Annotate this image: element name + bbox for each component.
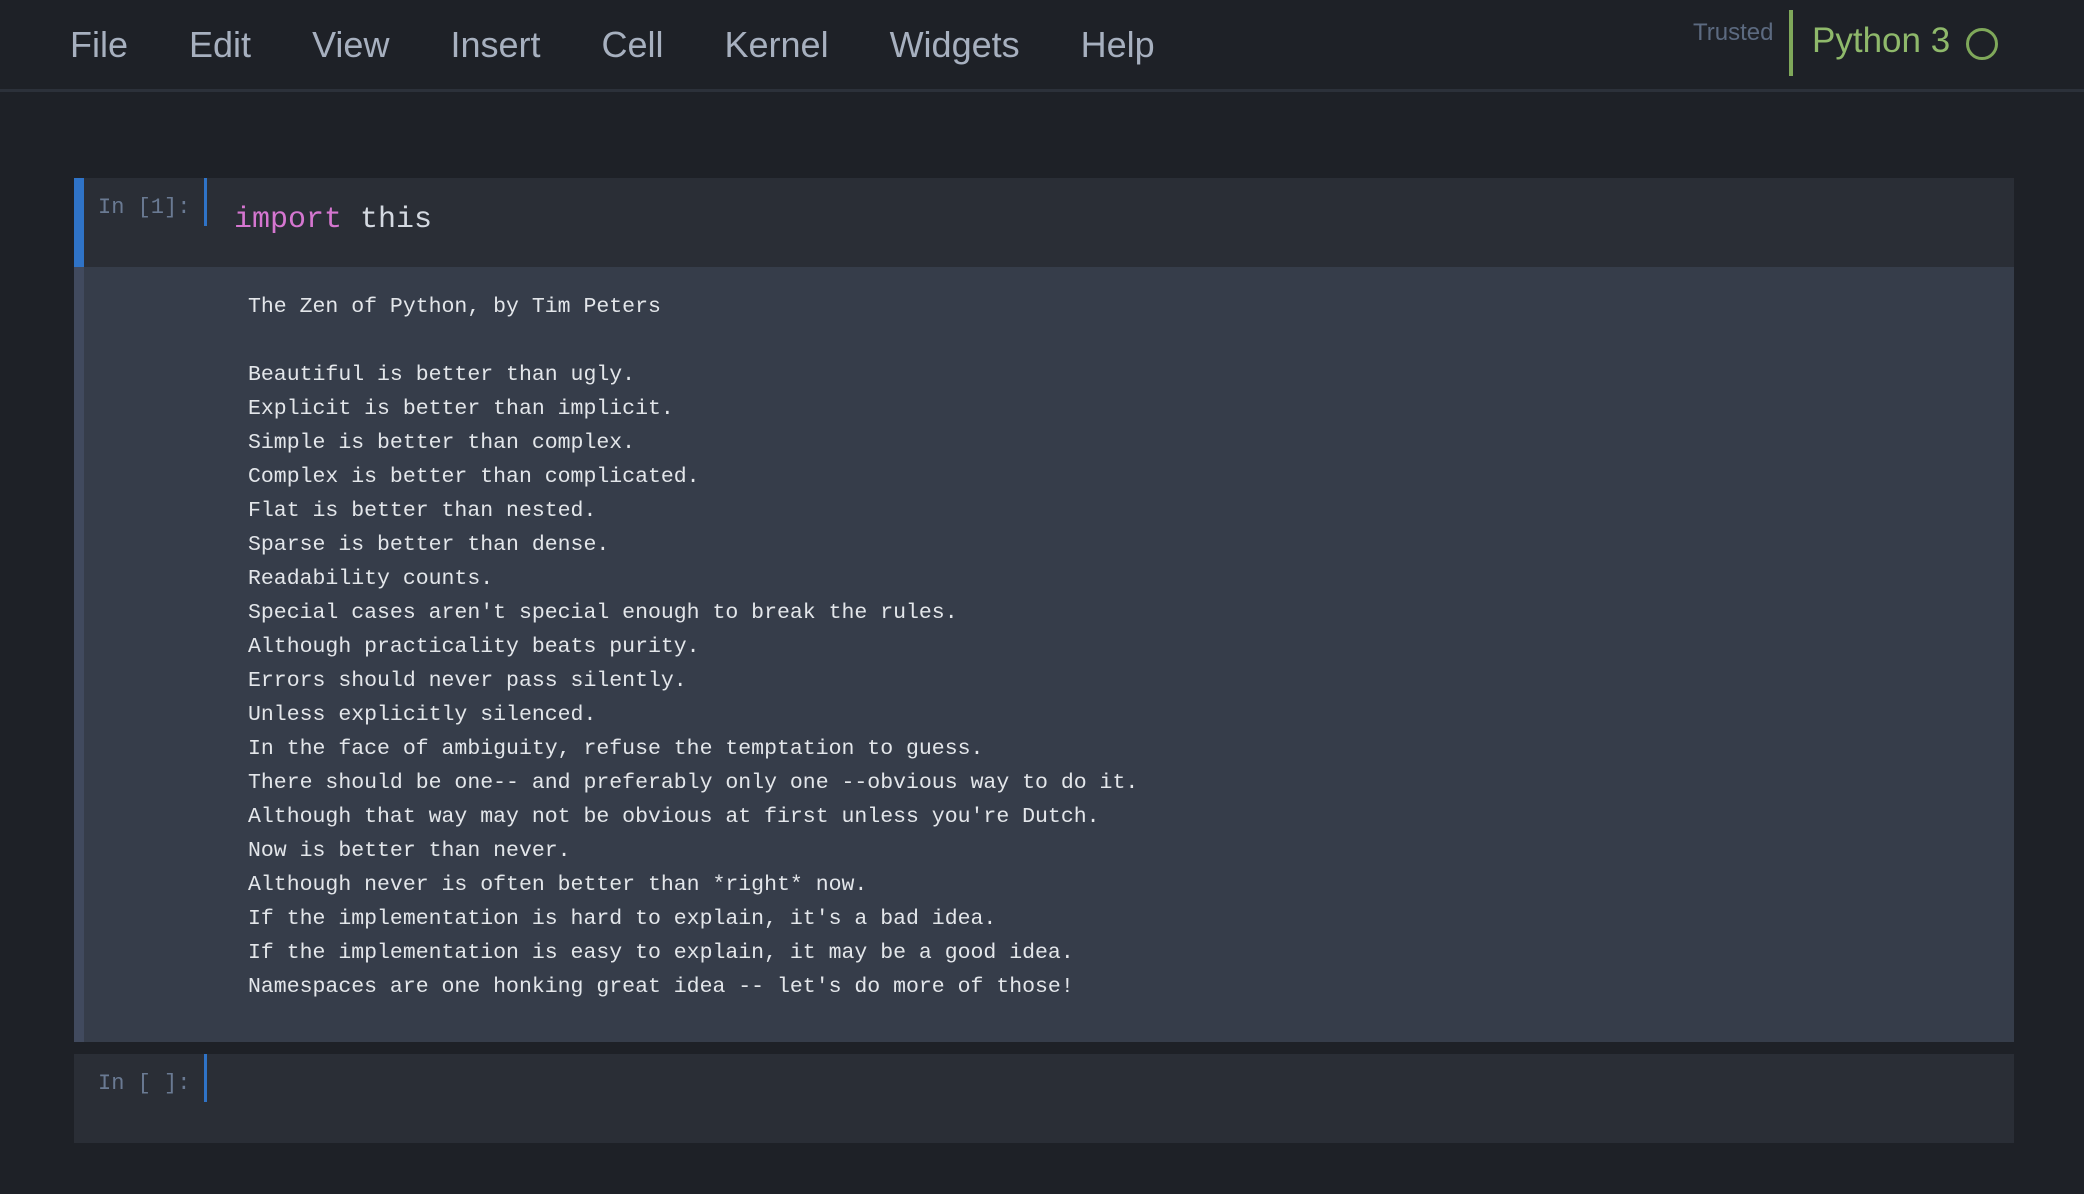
output-line: Now is better than never.: [248, 839, 571, 863]
menubar: File Edit View Insert Cell Kernel Widget…: [0, 0, 2084, 92]
menu-kernel[interactable]: Kernel: [725, 24, 829, 66]
code-input[interactable]: import this: [234, 203, 432, 237]
menu-cell[interactable]: Cell: [602, 24, 664, 66]
kernel-idle-icon: [1966, 28, 1998, 60]
menu-insert[interactable]: Insert: [450, 24, 540, 66]
trusted-indicator[interactable]: Trusted: [1693, 19, 1773, 47]
output-line: Although that way may not be obvious at …: [248, 805, 1100, 829]
output-line: Readability counts.: [248, 567, 494, 591]
output-line: Complex is better than complicated.: [248, 465, 700, 489]
menu-list: File Edit View Insert Cell Kernel Widget…: [70, 0, 1216, 89]
cell-output: The Zen of Python, by Tim Peters Beautif…: [84, 267, 2014, 1042]
output-line: The Zen of Python, by Tim Peters: [248, 295, 661, 319]
output-collapse-bar[interactable]: [74, 267, 84, 1042]
code-cell-2[interactable]: In [ ]:: [74, 1054, 2014, 1143]
menu-widgets[interactable]: Widgets: [890, 24, 1020, 66]
output-line: If the implementation is hard to explain…: [248, 907, 997, 931]
output-line: Unless explicitly silenced.: [248, 703, 597, 727]
output-line: Sparse is better than dense.: [248, 533, 610, 557]
output-line: There should be one-- and preferably onl…: [248, 771, 1139, 795]
code-cell-1[interactable]: In [1]: import this The Zen of Python, b…: [74, 178, 2014, 1042]
menu-file[interactable]: File: [70, 24, 128, 66]
output-line: Although never is often better than *rig…: [248, 873, 868, 897]
input-prompt: In [ ]:: [98, 1071, 191, 1096]
code-text: this: [342, 203, 433, 237]
prompt-cursor-line: [204, 178, 207, 226]
output-line: Although practicality beats purity.: [248, 635, 700, 659]
output-line: Beautiful is better than ugly.: [248, 363, 636, 387]
code-keyword: import: [234, 203, 343, 237]
output-line: Explicit is better than implicit.: [248, 397, 674, 421]
output-text: The Zen of Python, by Tim Peters Beautif…: [248, 290, 1138, 1004]
prompt-cursor-line: [204, 1054, 207, 1102]
kernel-name[interactable]: Python 3: [1812, 21, 1950, 61]
input-prompt: In [1]:: [98, 195, 191, 220]
menu-view[interactable]: View: [312, 24, 389, 66]
output-line: If the implementation is easy to explain…: [248, 941, 1074, 965]
output-line: Flat is better than nested.: [248, 499, 597, 523]
menu-help[interactable]: Help: [1081, 24, 1155, 66]
output-line: Errors should never pass silently.: [248, 669, 687, 693]
menu-edit[interactable]: Edit: [189, 24, 251, 66]
output-line: Simple is better than complex.: [248, 431, 636, 455]
kernel-divider: [1789, 10, 1793, 76]
cell-selection-bar: [74, 178, 84, 267]
output-line: Namespaces are one honking great idea --…: [248, 975, 1074, 999]
output-line: In the face of ambiguity, refuse the tem…: [248, 737, 984, 761]
output-line: Special cases aren't special enough to b…: [248, 601, 958, 625]
